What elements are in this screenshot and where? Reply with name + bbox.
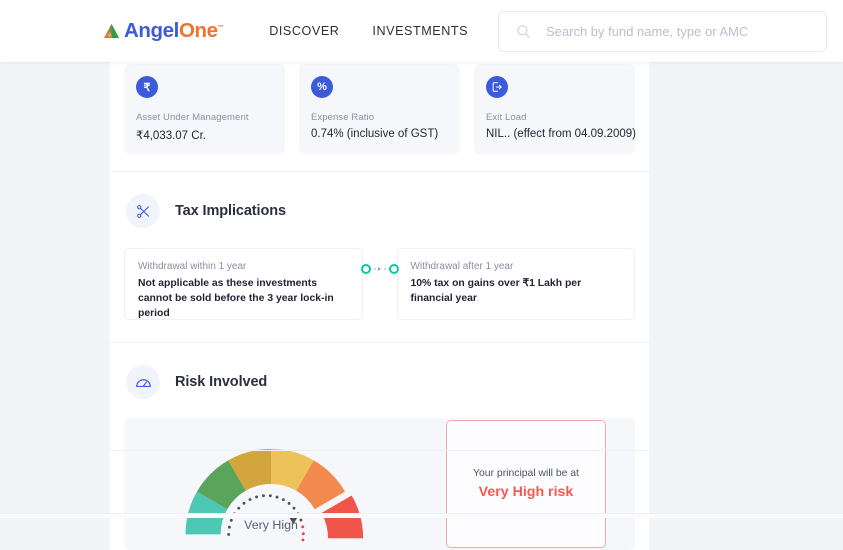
risk-gauge-chart: Very High bbox=[176, 426, 366, 544]
tax-connector bbox=[361, 264, 399, 274]
stat-value: 0.74% (inclusive of GST) bbox=[311, 128, 448, 140]
nav-discover[interactable]: DISCOVER bbox=[269, 24, 339, 38]
connector-dot bbox=[374, 268, 376, 270]
stat-value: ₹4,033.07 Cr. bbox=[136, 128, 273, 142]
risk-callout-line1: Your principal will be at bbox=[473, 468, 579, 479]
risk-section-title: Risk Involved bbox=[175, 374, 267, 390]
tax-section-title: Tax Implications bbox=[175, 203, 286, 219]
search-icon bbox=[516, 24, 531, 39]
main-nav: DISCOVER INVESTMENTS bbox=[269, 24, 468, 38]
tax-card-within-1-year: Withdrawal within 1 year Not applicable … bbox=[124, 248, 363, 320]
stat-label: Expense Ratio bbox=[311, 112, 448, 123]
nav-investments[interactable]: INVESTMENTS bbox=[372, 24, 468, 38]
search-input[interactable] bbox=[546, 24, 816, 39]
tax-card-label: Withdrawal within 1 year bbox=[138, 261, 349, 272]
risk-callout-line2: Very High risk bbox=[479, 484, 574, 500]
triangle-mark-icon bbox=[103, 23, 120, 39]
tax-card-value: Not applicable as these investments cann… bbox=[138, 276, 349, 321]
rupee-icon: ₹ bbox=[136, 76, 158, 98]
exit-arrow-icon bbox=[491, 81, 503, 93]
speedometer-glyph bbox=[134, 373, 153, 392]
connector-arrow-icon bbox=[378, 267, 381, 271]
brand-trademark: ™ bbox=[218, 25, 224, 31]
tax-card-label: Withdrawal after 1 year bbox=[411, 261, 622, 272]
gauge-center-label: Very High bbox=[176, 518, 366, 532]
rupee-glyph: ₹ bbox=[144, 81, 151, 94]
risk-panel: Very High Your principal will be at Very… bbox=[124, 418, 635, 550]
search-box[interactable] bbox=[498, 11, 827, 52]
top-header: AngelOne™ DISCOVER INVESTMENTS bbox=[0, 0, 843, 62]
connector-ring-right bbox=[389, 264, 399, 274]
speedometer-icon bbox=[126, 365, 160, 399]
stat-card-aum: ₹ Asset Under Management ₹4,033.07 Cr. bbox=[124, 64, 285, 154]
page-bottom-divider bbox=[110, 450, 649, 451]
stat-value: NIL.. (effect from 04.09.2009) bbox=[486, 128, 623, 140]
tax-cards-row: Withdrawal within 1 year Not applicable … bbox=[110, 228, 649, 320]
fund-detail-card: ₹ Asset Under Management ₹4,033.07 Cr. %… bbox=[110, 62, 649, 550]
risk-involved-section: Risk Involved bbox=[110, 343, 649, 550]
tax-section-header: Tax Implications bbox=[110, 172, 649, 228]
tax-card-value: 10% tax on gains over ₹1 Lakh per financ… bbox=[411, 276, 622, 306]
brand-word-angel: Angel bbox=[124, 19, 179, 42]
brand-word-one: One bbox=[179, 19, 218, 42]
page-bottom-strip bbox=[0, 513, 843, 518]
connector-dots bbox=[374, 267, 386, 271]
percent-icon: % bbox=[311, 76, 333, 98]
scissors-icon bbox=[126, 194, 160, 228]
stat-label: Asset Under Management bbox=[136, 112, 273, 123]
connector-dot bbox=[384, 268, 386, 270]
stat-card-expense-ratio: % Expense Ratio 0.74% (inclusive of GST) bbox=[299, 64, 460, 154]
exit-icon bbox=[486, 76, 508, 98]
risk-callout-box: Your principal will be at Very High risk bbox=[446, 420, 606, 548]
percent-glyph: % bbox=[317, 81, 327, 93]
scissors-glyph bbox=[135, 203, 152, 220]
brand-logo[interactable]: AngelOne™ bbox=[103, 21, 223, 42]
connector-ring-left bbox=[361, 264, 371, 274]
tax-card-after-1-year: Withdrawal after 1 year 10% tax on gains… bbox=[397, 248, 636, 320]
tax-implications-section: Tax Implications Withdrawal within 1 yea… bbox=[110, 172, 649, 320]
stat-card-exit-load: Exit Load NIL.. (effect from 04.09.2009) bbox=[474, 64, 635, 154]
brand-wordmark: AngelOne™ bbox=[124, 21, 223, 42]
risk-section-header: Risk Involved bbox=[110, 343, 649, 399]
fund-stats-row: ₹ Asset Under Management ₹4,033.07 Cr. %… bbox=[110, 62, 649, 154]
stat-label: Exit Load bbox=[486, 112, 623, 123]
